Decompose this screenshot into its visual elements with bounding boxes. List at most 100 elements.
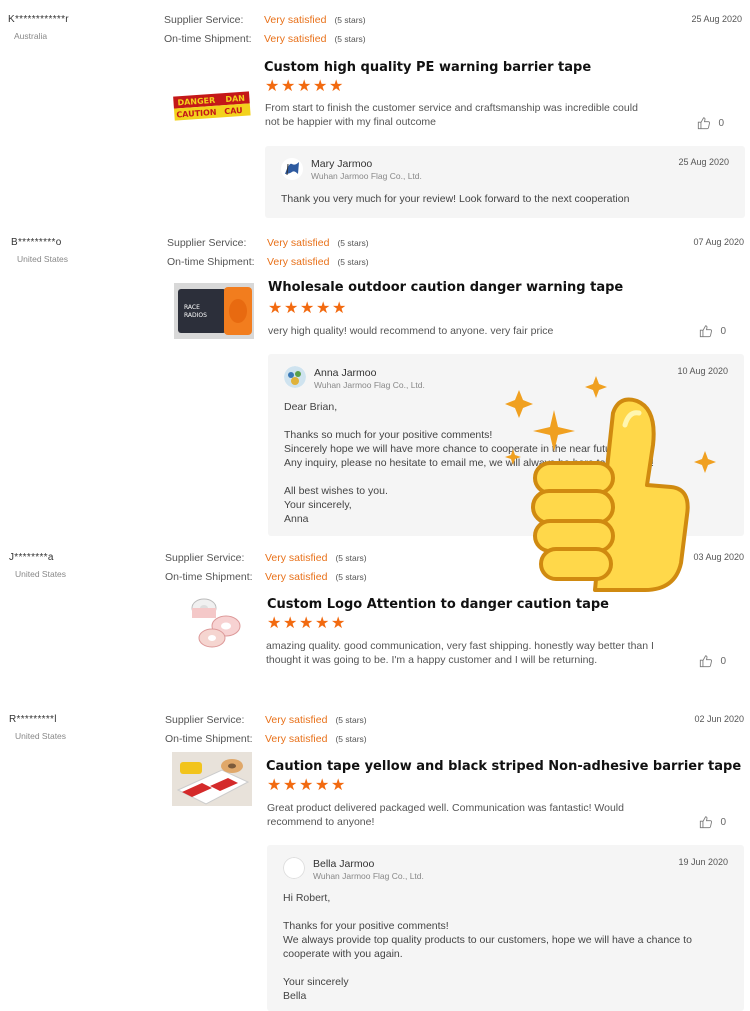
supplier-service-label: Supplier Service: (165, 552, 245, 564)
star-icon: ★ (267, 615, 282, 632)
shipment-rating: Very satisfied (264, 33, 327, 45)
like-button[interactable]: 0 (699, 654, 726, 668)
product-title[interactable]: Wholesale outdoor caution danger warning… (268, 280, 623, 295)
reviewer-name: K************r (8, 14, 69, 25)
reviewer-name: R*********l (9, 714, 57, 725)
avatar (283, 857, 305, 879)
product-thumbnail[interactable] (172, 752, 252, 806)
supplier-service-rating: Very satisfied (264, 14, 327, 26)
star-icon: ★ (299, 777, 314, 794)
reply-date: 19 Jun 2020 (678, 857, 728, 867)
shipment-label: On-time Shipment: (167, 256, 255, 268)
star-icon: ★ (315, 777, 330, 794)
star-icon: ★ (315, 615, 330, 632)
reviewer-country: United States (17, 254, 69, 264)
star-icon: ★ (297, 78, 312, 95)
shipment-stars: (5 stars) (335, 734, 367, 744)
product-title[interactable]: Custom high quality PE warning barrier t… (264, 60, 591, 75)
star-icon: ★ (281, 78, 296, 95)
star-icon: ★ (331, 615, 346, 632)
like-count: 0 (720, 655, 726, 667)
thumbs-up-icon (700, 816, 713, 829)
star-rating: ★ ★ ★ ★ ★ (267, 615, 346, 632)
star-icon: ★ (313, 78, 328, 95)
star-icon: ★ (316, 300, 331, 317)
star-icon: ★ (283, 615, 298, 632)
star-icon: ★ (284, 300, 299, 317)
star-rating: ★ ★ ★ ★ ★ (268, 300, 346, 317)
supplier-service-row: Supplier Service: Very satisfied (5 star… (167, 237, 369, 249)
product-thumbnail[interactable] (186, 594, 248, 654)
supplier-service-row: Supplier Service: Very satisfied (5 star… (165, 552, 367, 564)
shipment-row: On-time Shipment: Very satisfied (5 star… (167, 256, 369, 268)
product-title[interactable]: Caution tape yellow and black striped No… (266, 759, 741, 774)
supplier-service-stars: (5 stars) (335, 553, 367, 563)
like-button[interactable]: 0 (697, 116, 724, 130)
like-button[interactable]: 0 (699, 324, 726, 338)
supplier-service-label: Supplier Service: (164, 14, 244, 26)
shipment-stars: (5 stars) (334, 34, 366, 44)
supplier-service-rating: Very satisfied (265, 714, 328, 726)
thumbs-up-icon (700, 325, 713, 338)
thumbs-up-icon (698, 117, 711, 130)
review-date: 02 Jun 2020 (694, 714, 744, 724)
star-icon: ★ (265, 78, 280, 95)
reply-date: 10 Aug 2020 (677, 366, 728, 376)
product-title[interactable]: Custom Logo Attention to danger caution … (267, 597, 609, 612)
star-rating: ★ ★ ★ ★ ★ (265, 78, 344, 95)
review-date: 25 Aug 2020 (691, 14, 742, 24)
reply-body: Thank you very much for your review! Loo… (281, 193, 630, 205)
avatar (284, 366, 306, 388)
supplier-service-label: Supplier Service: (167, 237, 247, 249)
supplier-service-stars: (5 stars) (337, 238, 369, 248)
shipment-label: On-time Shipment: (165, 571, 253, 583)
svg-text:RACE: RACE (184, 304, 200, 311)
svg-text:DAN: DAN (225, 94, 245, 104)
product-thumbnail[interactable]: DANGER DAN CAUTION CAU (172, 76, 252, 140)
reviewer-name: B*********o (11, 237, 62, 248)
shipment-stars: (5 stars) (335, 572, 367, 582)
reply-company: Wuhan Jarmoo Flag Co., Ltd. (313, 871, 424, 881)
product-thumbnail[interactable]: RACE RADIOS (174, 283, 254, 339)
supplier-service-row: Supplier Service: Very satisfied (5 star… (165, 714, 367, 726)
review-text: very high quality! would recommend to an… (268, 325, 554, 337)
star-icon: ★ (329, 78, 344, 95)
star-icon: ★ (268, 300, 283, 317)
star-icon: ★ (267, 777, 282, 794)
reply-company: Wuhan Jarmoo Flag Co., Ltd. (311, 171, 422, 181)
review-text: amazing quality. good communication, ver… (266, 640, 654, 666)
shipment-row: On-time Shipment: Very satisfied (5 star… (165, 733, 367, 745)
reply-date: 25 Aug 2020 (678, 157, 729, 167)
review-text: Great product delivered packaged well. C… (267, 802, 624, 828)
shipment-rating: Very satisfied (265, 571, 328, 583)
reply-author-name: Bella Jarmoo (313, 858, 375, 870)
review-date: 03 Aug 2020 (693, 552, 744, 562)
reply-body: Hi Robert, Thanks for your positive comm… (283, 892, 692, 1002)
like-count: 0 (720, 816, 726, 828)
star-icon: ★ (331, 777, 346, 794)
supplier-service-rating: Very satisfied (265, 552, 328, 564)
shipment-stars: (5 stars) (337, 257, 369, 267)
star-icon: ★ (299, 615, 314, 632)
reviewer-country: Australia (14, 31, 48, 41)
like-button[interactable]: 0 (699, 815, 726, 829)
like-count: 0 (718, 117, 724, 129)
reviewer-country: United States (15, 731, 67, 741)
review-text: From start to finish the customer servic… (265, 102, 638, 128)
reply-body: Dear Brian, Thanks so much for your posi… (284, 401, 654, 525)
star-rating: ★ ★ ★ ★ ★ (267, 777, 346, 794)
supplier-reply: Bella Jarmoo Wuhan Jarmoo Flag Co., Ltd.… (267, 845, 744, 1011)
supplier-reply: Anna Jarmoo Wuhan Jarmoo Flag Co., Ltd. … (268, 354, 744, 536)
star-icon: ★ (283, 777, 298, 794)
reply-company: Wuhan Jarmoo Flag Co., Ltd. (314, 380, 425, 390)
reply-author-name: Anna Jarmoo (314, 367, 377, 379)
star-icon: ★ (300, 300, 315, 317)
shipment-label: On-time Shipment: (164, 33, 252, 45)
thumbs-up-icon (700, 655, 713, 668)
shipment-rating: Very satisfied (265, 733, 328, 745)
supplier-service-row: Supplier Service: Very satisfied (5 star… (164, 14, 366, 26)
supplier-service-label: Supplier Service: (165, 714, 245, 726)
svg-text:CAU: CAU (224, 106, 243, 116)
avatar (281, 158, 303, 180)
supplier-reply: Mary Jarmoo Wuhan Jarmoo Flag Co., Ltd. … (265, 146, 745, 218)
